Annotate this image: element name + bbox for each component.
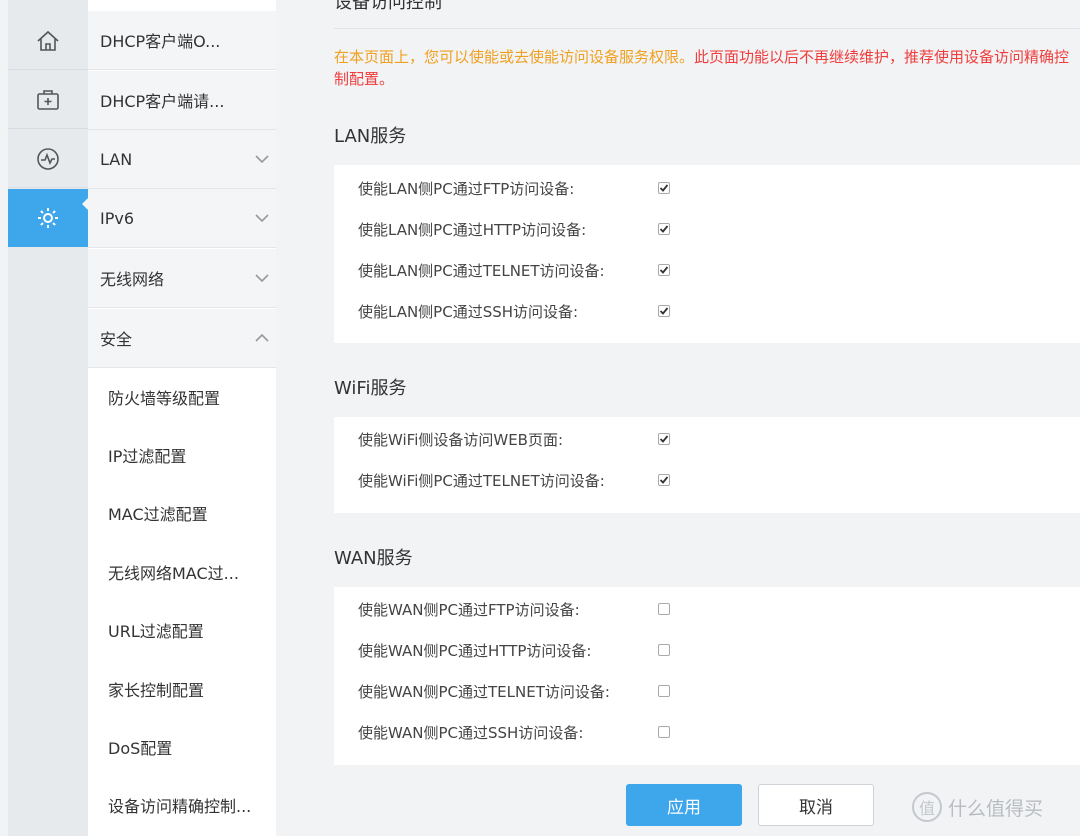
submenu-firewall-level[interactable]: 防火墙等级配置 [88, 368, 276, 426]
submenu-parental-control[interactable]: 家长控制配置 [88, 660, 276, 718]
chevron-down-icon [248, 154, 276, 164]
watermark: 值 什么值得买 [912, 792, 1043, 822]
wan-ftp-row: 使能WAN侧PC通过FTP访问设备: [358, 598, 670, 620]
menu-item-security[interactable]: 安全 [88, 309, 276, 368]
menu-item-label: IPv6 [100, 208, 135, 228]
wifi-telnet-row: 使能WiFi侧PC通过TELNET访问设备: [358, 469, 670, 491]
rail-item-settings[interactable] [8, 189, 88, 247]
gear-icon [38, 208, 58, 228]
wan-ssh-checkbox[interactable] [658, 726, 670, 738]
menu-item-dhcp-client-request[interactable]: DHCP客户端请... [88, 71, 276, 130]
cancel-button[interactable]: 取消 [758, 784, 874, 826]
wan-http-row: 使能WAN侧PC通过HTTP访问设备: [358, 639, 670, 661]
wifi-web-checkbox[interactable] [658, 433, 670, 445]
menu-item-ipv6[interactable]: IPv6 [88, 189, 276, 248]
monitor-pulse-icon [37, 147, 59, 170]
section-title-wan: WAN服务 [334, 548, 413, 569]
lan-services-panel: 使能LAN侧PC通过FTP访问设备: 使能LAN侧PC通过HTTP访问设备: 使… [334, 165, 1080, 343]
title-divider [334, 28, 1080, 29]
lan-ftp-row: 使能LAN侧PC通过FTP访问设备: [358, 177, 670, 199]
wan-http-checkbox[interactable] [658, 644, 670, 656]
chevron-up-icon [248, 333, 276, 343]
lan-telnet-row: 使能LAN侧PC通过TELNET访问设备: [358, 259, 670, 281]
rail-item-applications[interactable] [8, 71, 88, 129]
menu-item-label: 安全 [100, 330, 133, 349]
submenu-device-access-precise[interactable]: 设备访问精确控制... [88, 776, 276, 834]
submenu-url-filter[interactable]: URL过滤配置 [88, 601, 276, 659]
submenu-wireless-mac-filter[interactable]: 无线网络MAC过... [88, 543, 276, 601]
option-label: 使能LAN侧PC通过SSH访问设备: [358, 302, 579, 321]
wan-services-panel: 使能WAN侧PC通过FTP访问设备: 使能WAN侧PC通过HTTP访问设备: 使… [334, 587, 1080, 765]
section-title-wifi: WiFi服务 [334, 378, 407, 399]
option-label: 使能WAN侧PC通过TELNET访问设备: [358, 682, 610, 701]
wan-telnet-checkbox[interactable] [658, 685, 670, 697]
option-label: 使能LAN侧PC通过FTP访问设备: [358, 179, 575, 198]
lan-telnet-checkbox[interactable] [658, 264, 670, 276]
menu-item-wireless[interactable]: 无线网络 [88, 249, 276, 308]
option-label: 使能LAN侧PC通过HTTP访问设备: [358, 220, 587, 239]
watermark-logo-icon: 值 [912, 792, 942, 822]
wifi-services-panel: 使能WiFi侧设备访问WEB页面: 使能WiFi侧PC通过TELNET访问设备: [334, 417, 1080, 513]
submenu-dos[interactable]: DoS配置 [88, 718, 276, 776]
apply-button[interactable]: 应用 [626, 784, 742, 826]
lan-http-checkbox[interactable] [658, 223, 670, 235]
option-label: 使能WAN侧PC通过HTTP访问设备: [358, 641, 592, 660]
main-content: 设备访问控制 在本页面上，您可以使能或去使能访问设备服务权限。此页面功能以后不再… [276, 0, 1080, 836]
menu-item-label: DHCP客户端请... [100, 92, 225, 111]
menu-item-label: 无线网络 [100, 270, 165, 289]
lan-ssh-row: 使能LAN侧PC通过SSH访问设备: [358, 300, 670, 322]
menu-item-dhcp-client-option[interactable]: DHCP客户端O... [88, 11, 276, 70]
sidebar-menu: DHCP客户端O... DHCP客户端请... LAN IPv6 无线网络 安全… [88, 0, 276, 836]
option-label: 使能WiFi侧PC通过TELNET访问设备: [358, 471, 605, 490]
wan-ftp-checkbox[interactable] [658, 603, 670, 615]
wifi-web-row: 使能WiFi侧设备访问WEB页面: [358, 428, 670, 450]
rail-item-home[interactable] [8, 12, 88, 70]
option-label: 使能WAN侧PC通过FTP访问设备: [358, 600, 580, 619]
option-label: 使能LAN侧PC通过TELNET访问设备: [358, 261, 605, 280]
watermark-text: 什么值得买 [948, 797, 1044, 820]
submenu-mac-filter[interactable]: MAC过滤配置 [88, 484, 276, 542]
option-label: 使能WAN侧PC通过SSH访问设备: [358, 723, 584, 742]
lan-ssh-checkbox[interactable] [658, 305, 670, 317]
home-icon [37, 30, 59, 51]
notice-info-text: 在本页面上，您可以使能或去使能访问设备服务权限。 [334, 48, 695, 66]
rail-item-status[interactable] [8, 130, 88, 188]
lan-http-row: 使能LAN侧PC通过HTTP访问设备: [358, 218, 670, 240]
menu-item-label: DHCP客户端O... [100, 32, 221, 51]
wan-telnet-row: 使能WAN侧PC通过TELNET访问设备: [358, 680, 670, 702]
wifi-telnet-checkbox[interactable] [658, 474, 670, 486]
lan-ftp-checkbox[interactable] [658, 182, 670, 194]
medical-box-icon [37, 89, 59, 110]
page-title: 设备访问控制 [334, 0, 442, 13]
section-title-lan: LAN服务 [334, 126, 407, 147]
chevron-down-icon [248, 273, 276, 283]
page-notice: 在本页面上，您可以使能或去使能访问设备服务权限。此页面功能以后不再继续维护，推荐… [334, 46, 1080, 90]
menu-item-label: LAN [100, 149, 133, 169]
wan-ssh-row: 使能WAN侧PC通过SSH访问设备: [358, 721, 670, 743]
option-label: 使能WiFi侧设备访问WEB页面: [358, 430, 564, 449]
icon-rail [8, 0, 96, 836]
chevron-down-icon [248, 213, 276, 223]
submenu-ip-filter[interactable]: IP过滤配置 [88, 426, 276, 484]
menu-item-lan[interactable]: LAN [88, 130, 276, 189]
